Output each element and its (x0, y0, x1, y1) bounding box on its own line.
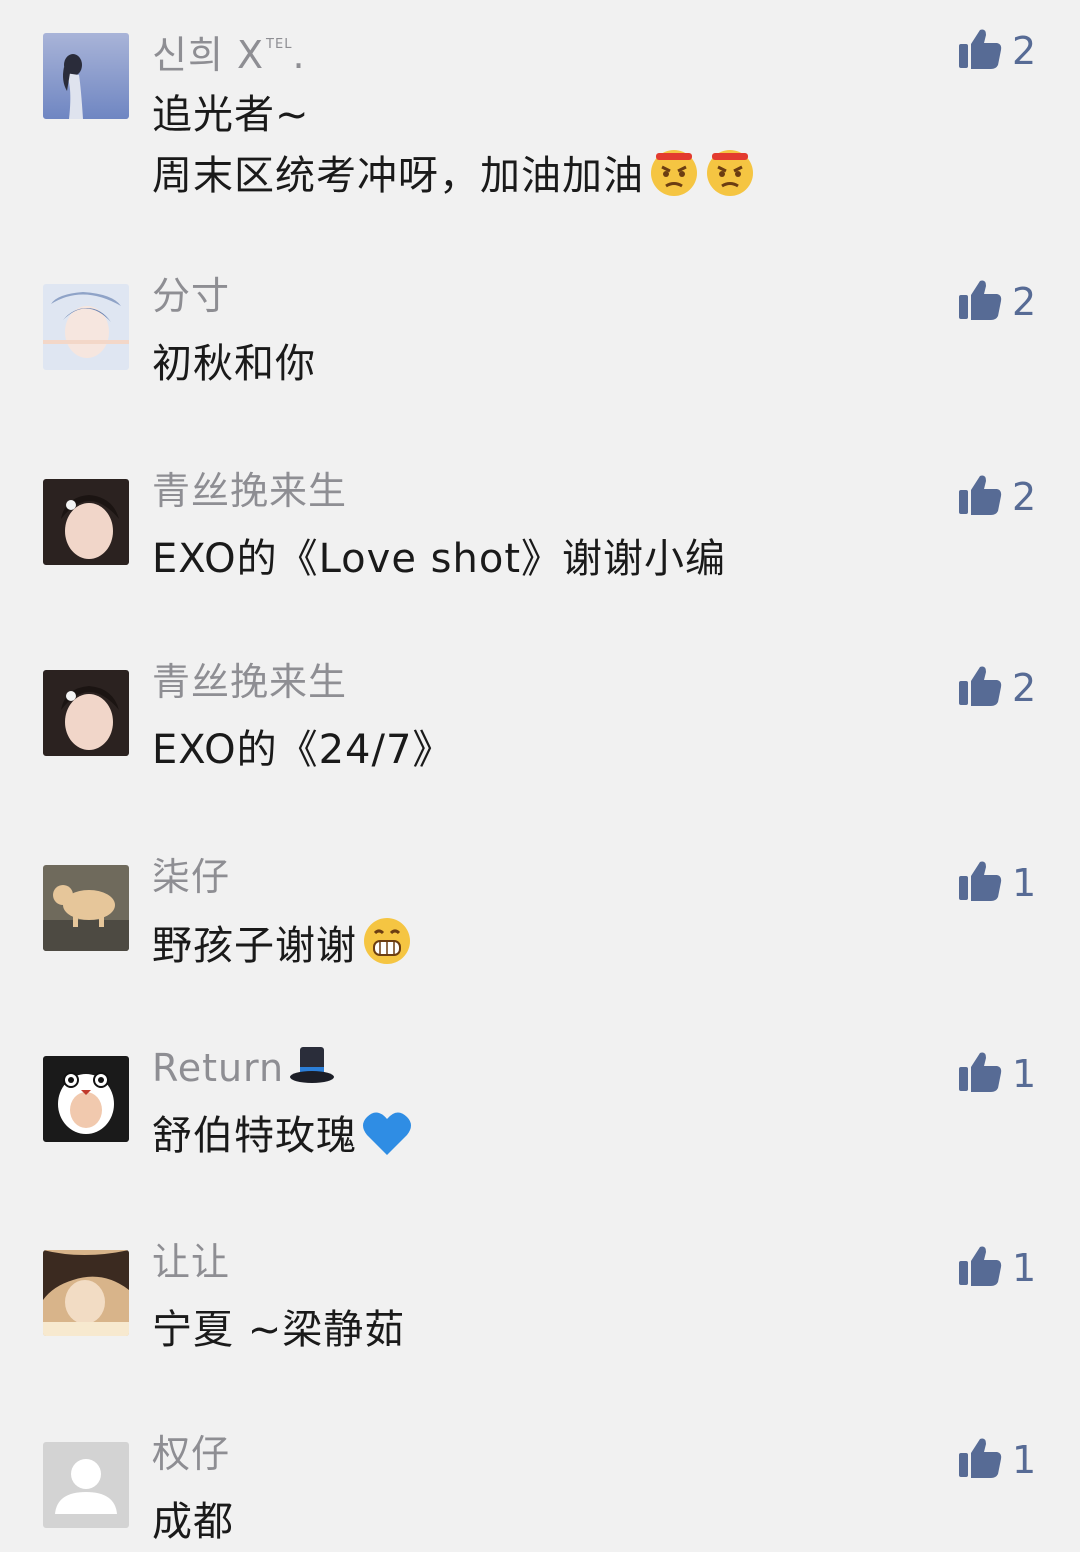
like-count: 2 (1012, 29, 1037, 73)
avatar[interactable] (43, 1442, 129, 1528)
commenter-name[interactable]: 신희 X TEL. (152, 19, 306, 81)
like-count: 1 (1012, 1438, 1037, 1482)
thumbs-up-icon (958, 279, 1002, 325)
grimace-emoji-icon (648, 145, 700, 214)
like-button[interactable]: 1 (958, 861, 1036, 905)
thumbs-up-icon (958, 1437, 1002, 1483)
like-count: 1 (1012, 861, 1037, 905)
avatar[interactable] (43, 479, 129, 565)
avatar[interactable] (43, 865, 129, 951)
comment-text: 舒伯特玫瑰 (152, 1106, 413, 1174)
thumbs-up-icon (958, 665, 1002, 711)
like-count: 2 (1012, 280, 1037, 324)
commenter-name[interactable]: 青丝挽来生 (152, 656, 347, 708)
like-count: 1 (1012, 1246, 1037, 1290)
like-button[interactable]: 1 (958, 1438, 1036, 1482)
blue-heart-icon (361, 1109, 413, 1174)
like-count: 2 (1012, 475, 1037, 519)
commenter-name[interactable]: Return (152, 1042, 336, 1100)
avatar[interactable] (43, 33, 129, 119)
avatar[interactable] (43, 670, 129, 756)
commenter-name[interactable]: 让让 (152, 1236, 230, 1288)
like-count: 1 (1012, 1052, 1037, 1096)
comment-text: 野孩子谢谢 (152, 915, 413, 984)
avatar[interactable] (43, 1056, 129, 1142)
commenter-name[interactable]: 分寸 (152, 270, 230, 322)
like-button[interactable]: 1 (958, 1052, 1036, 1096)
comment-text: EXO的《Love shot》谢谢小编 (152, 536, 726, 582)
like-button[interactable]: 2 (958, 475, 1036, 519)
like-button[interactable]: 2 (958, 280, 1036, 324)
comment-text: 初秋和你 (152, 341, 316, 387)
thumbs-up-icon (958, 1051, 1002, 1097)
thumbs-up-icon (958, 28, 1002, 74)
comment-text: 宁夏 ~梁静茹 (152, 1307, 406, 1353)
avatar[interactable] (43, 1250, 129, 1336)
comment-text: 追光者~ 周末区统考冲呀，加油加油 (152, 85, 756, 214)
grimace-emoji-icon (704, 145, 756, 214)
top-hat-icon (288, 1043, 336, 1100)
thumbs-up-icon (958, 474, 1002, 520)
comment-text: 成都 (152, 1499, 234, 1545)
like-button[interactable]: 1 (958, 1246, 1036, 1290)
thumbs-up-icon (958, 1245, 1002, 1291)
avatar[interactable] (43, 284, 129, 370)
commenter-name[interactable]: 权仔 (152, 1428, 230, 1480)
like-button[interactable]: 2 (958, 29, 1036, 73)
commenter-name[interactable]: 青丝挽来生 (152, 465, 347, 517)
like-button[interactable]: 2 (958, 666, 1036, 710)
commenter-name[interactable]: 柒仔 (152, 851, 230, 903)
thumbs-up-icon (958, 860, 1002, 906)
comment-text: EXO的《24/7》 (152, 727, 454, 773)
like-count: 2 (1012, 666, 1037, 710)
grinning-emoji-icon (361, 915, 413, 984)
